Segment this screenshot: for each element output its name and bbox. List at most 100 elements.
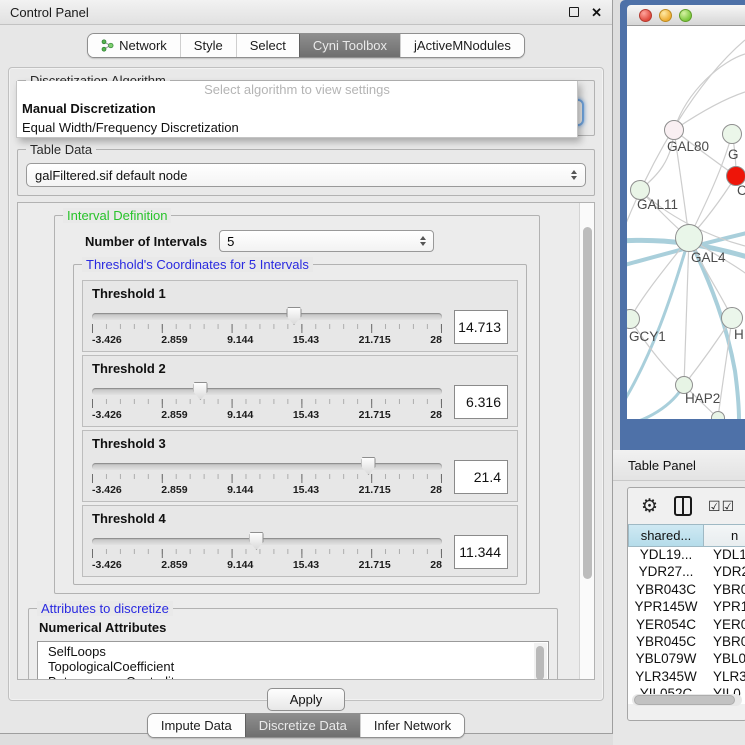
threshold-value-field[interactable]: 11.344 [454,535,508,569]
tick-label: 28 [430,409,442,421]
cell-name[interactable]: YDL1 [704,547,745,564]
tab-cyni-toolbox[interactable]: Cyni Toolbox [299,34,400,57]
dropdown-option-equal-width[interactable]: Equal Width/Frequency Discretization [17,118,577,137]
tick-label: 2.859 [161,409,187,421]
cell-shared-name[interactable]: YBR043C [628,582,704,599]
cell-name[interactable]: YBR0 [704,582,745,599]
slider-thumb[interactable] [249,532,264,550]
table-row[interactable]: YBR043CYBR0 [628,582,745,599]
network-canvas[interactable]: GAL80GCGAL11GAL4GCY1HHAP2 [627,26,745,419]
cell-name[interactable]: YBR0 [704,634,745,651]
cell-name[interactable]: YLR3 [704,669,745,686]
close-traffic-light-icon[interactable] [639,9,652,22]
split-view-icon[interactable] [674,496,692,516]
control-panel-window: Control Panel ✕ Network Style Select [0,0,613,734]
list-scrollbar[interactable] [534,643,547,680]
tick-label: 9.144 [227,484,253,496]
tab-jactivemnodules[interactable]: jActiveMNodules [400,34,524,57]
tab-style[interactable]: Style [180,34,236,57]
table-row[interactable]: YBR045CYBR0 [628,634,745,651]
minimize-traffic-light-icon[interactable] [659,9,672,22]
cell-shared-name[interactable]: YDR27... [628,564,704,581]
checkbox-icons[interactable]: ☑☑ [708,499,735,513]
cell-shared-name[interactable]: YBL079W [628,651,704,668]
attribute-list-item[interactable]: BetweennessCentrality [48,674,532,680]
threshold-slider[interactable] [92,538,442,545]
cell-name[interactable]: YDR2 [704,564,745,581]
table-row[interactable]: YBL079WYBL0 [628,651,745,668]
table-toolbar: ⚙ ☑☑ [628,488,745,524]
threshold-label: Threshold 3 [92,436,508,451]
tick-label: 2.859 [161,559,187,571]
network-tab-icon [101,39,114,52]
tick-label: -3.426 [92,559,122,571]
tick-label: 15.43 [293,559,319,571]
numerical-attributes-list: SelfLoopsTopologicalCoefficientBetweenne… [48,644,532,680]
threshold-value-field[interactable]: 14.713 [454,310,508,344]
dropdown-placeholder-item[interactable]: Select algorithm to view settings [17,81,577,99]
table-data-combobox[interactable]: galFiltered.sif default node [26,163,586,187]
network-edges [627,26,745,419]
tab-select[interactable]: Select [236,34,299,57]
cell-shared-name[interactable]: YDL19... [628,547,704,564]
tick-label: 28 [430,334,442,346]
threshold-slider[interactable] [92,463,442,470]
table-row[interactable]: YDR27...YDR2 [628,564,745,581]
gear-icon[interactable]: ⚙ [641,497,658,516]
tick-label: 15.43 [293,484,319,496]
tab-impute-data[interactable]: Impute Data [148,714,245,737]
tab-infer-network[interactable]: Infer Network [360,714,464,737]
close-icon[interactable]: ✕ [591,6,602,19]
horizontal-scrollbar-thumb[interactable] [634,695,735,705]
cell-name[interactable]: YPR1 [704,599,745,616]
top-tabbar: Network Style Select Cyni Toolbox jActiv… [0,33,612,58]
horizontal-scrollbar[interactable] [632,694,742,706]
table-row[interactable]: YLR345WYLR3 [628,669,745,686]
threshold-label: Threshold 4 [92,511,508,526]
cell-shared-name[interactable]: YER054C [628,617,704,634]
threshold-slider[interactable] [92,388,442,395]
threshold-slider[interactable] [92,313,442,320]
slider-thumb[interactable] [361,457,376,475]
network-node[interactable] [722,124,742,144]
number-of-intervals-spinner[interactable]: 5 [219,230,434,252]
spinner-arrows-icon [420,236,426,246]
attribute-list-item[interactable]: SelfLoops [48,644,532,659]
network-node[interactable] [675,224,703,252]
apply-button[interactable]: Apply [267,688,346,711]
table-row[interactable]: YER054CYER0 [628,617,745,634]
bottom-tabbar: Impute Data Discretize Data Infer Networ… [0,713,612,738]
dropdown-option-manual-discretization[interactable]: Manual Discretization [17,99,577,118]
threshold-value-field[interactable]: 21.4 [454,460,508,494]
combo-arrows-icon [571,170,577,180]
slider-thumb[interactable] [287,307,302,325]
cell-name[interactable]: YER0 [704,617,745,634]
node-label: GAL11 [637,197,678,212]
slider-ticks [92,324,442,333]
network-node[interactable] [711,411,725,419]
table-row[interactable]: YPR145WYPR1 [628,599,745,616]
threshold-panel: Threshold 2 -3.4262.8599.14415.4321.7152… [82,355,518,427]
slider-ticks [92,549,442,558]
cell-name[interactable]: YBL0 [704,651,745,668]
attribute-list-item[interactable]: TopologicalCoefficient [48,659,532,674]
vertical-scrollbar-thumb[interactable] [583,227,592,579]
tab-discretize-data[interactable]: Discretize Data [245,714,360,737]
cell-shared-name[interactable]: YLR345W [628,669,704,686]
list-scrollbar-thumb[interactable] [536,646,544,680]
cell-shared-name[interactable]: YBR045C [628,634,704,651]
column-header-name[interactable]: n [704,524,745,547]
interval-definition-group: Interval Definition Number of Intervals … [54,215,540,594]
zoom-traffic-light-icon[interactable] [679,9,692,22]
tick-label: 21.715 [359,409,391,421]
threshold-value-field[interactable]: 6.316 [454,385,508,419]
network-node[interactable] [721,307,743,329]
column-header-shared-name[interactable]: shared... [628,524,704,547]
float-window-icon[interactable] [569,7,579,17]
cell-shared-name[interactable]: YPR145W [628,599,704,616]
tab-network[interactable]: Network [88,34,180,57]
slider-thumb[interactable] [193,382,208,400]
table-row[interactable]: YDL19...YDL1 [628,547,745,564]
network-node[interactable] [664,120,684,140]
vertical-scrollbar[interactable] [579,203,594,679]
